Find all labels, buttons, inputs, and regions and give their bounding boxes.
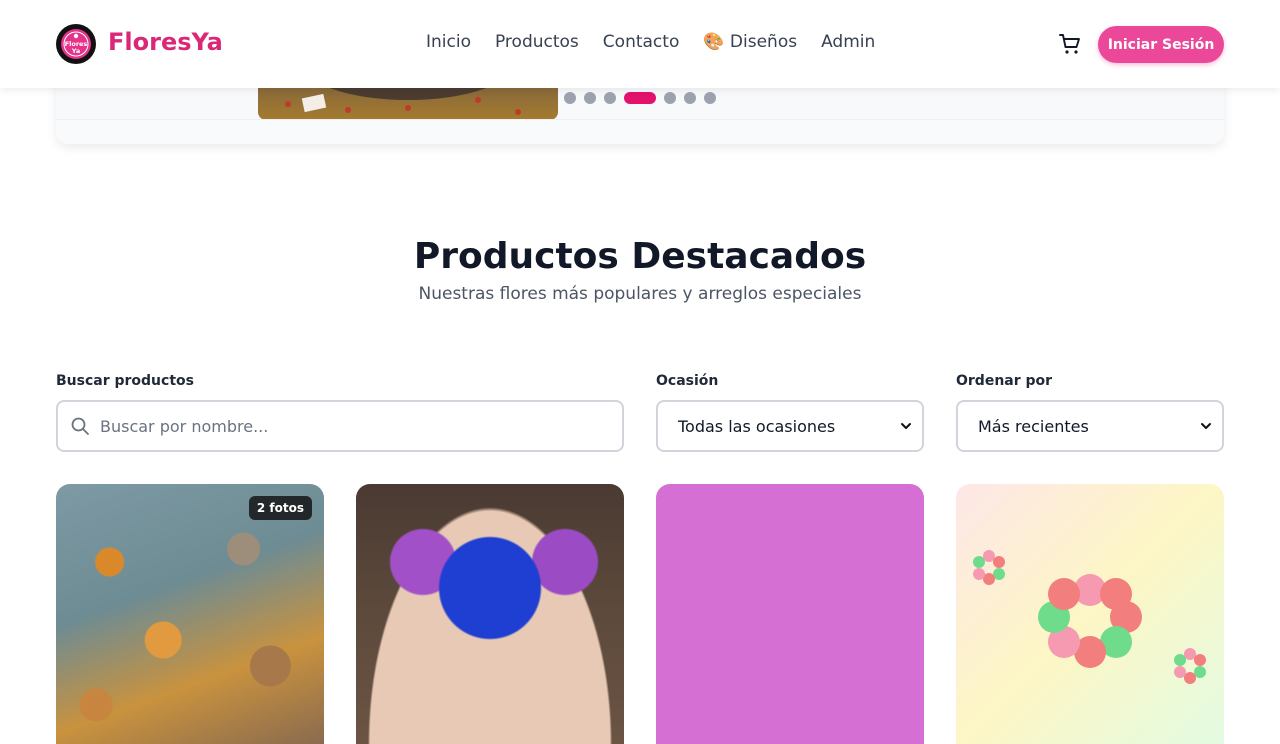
logo-badge: Flores Ya bbox=[61, 29, 91, 59]
main-nav: Inicio Productos Contacto 🎨 Diseños Admi… bbox=[426, 32, 875, 52]
flower-placeholder-icon bbox=[973, 550, 1206, 684]
product-card-placeholder[interactable] bbox=[956, 484, 1224, 744]
carousel-dot[interactable] bbox=[704, 92, 716, 104]
search-label: Buscar productos bbox=[56, 373, 194, 389]
carousel-dot[interactable] bbox=[584, 92, 596, 104]
nav-disenos[interactable]: 🎨 Diseños bbox=[703, 32, 797, 52]
section-title: Productos Destacados bbox=[413, 236, 867, 277]
carousel-dot[interactable] bbox=[604, 92, 616, 104]
product-card-image[interactable] bbox=[356, 484, 624, 744]
carousel-footer bbox=[56, 119, 1224, 144]
carousel-dot[interactable] bbox=[684, 92, 696, 104]
nav-productos[interactable]: Productos bbox=[495, 32, 579, 52]
section-subtitle: Nuestras flores más populares y arreglos… bbox=[418, 284, 862, 304]
chevron-down-icon bbox=[901, 423, 911, 429]
carousel-dot[interactable] bbox=[564, 92, 576, 104]
logo[interactable]: Flores Ya bbox=[56, 24, 96, 64]
photo-count-badge: 2 fotos bbox=[248, 496, 312, 520]
search-icon bbox=[71, 417, 89, 435]
flower-logo-icon: Flores Ya bbox=[63, 31, 89, 57]
svg-text:Ya: Ya bbox=[71, 47, 81, 55]
carousel-dot[interactable] bbox=[664, 92, 676, 104]
brand-name[interactable]: FloresYa bbox=[108, 28, 223, 56]
product-card-image[interactable]: 2 fotos bbox=[56, 484, 324, 744]
nav-admin[interactable]: Admin bbox=[821, 32, 875, 52]
site-header: Flores Ya FloresYa Inicio Productos Cont… bbox=[0, 0, 1280, 88]
occasion-select[interactable]: Todas las ocasiones bbox=[656, 400, 924, 452]
sort-select[interactable]: Más recientes bbox=[956, 400, 1224, 452]
product-card-image[interactable] bbox=[656, 484, 924, 744]
login-button[interactable]: Iniciar Sesión bbox=[1098, 26, 1224, 63]
nav-inicio[interactable]: Inicio bbox=[426, 32, 471, 52]
carousel-dot-active[interactable] bbox=[624, 92, 656, 104]
search-input[interactable] bbox=[100, 416, 580, 436]
carousel-dots bbox=[564, 92, 716, 104]
sort-label: Ordenar por bbox=[956, 373, 1053, 389]
search-field[interactable] bbox=[56, 400, 624, 452]
sort-value: Más recientes bbox=[978, 416, 1089, 436]
nav-contacto[interactable]: Contacto bbox=[603, 32, 680, 52]
occasion-value: Todas las ocasiones bbox=[678, 416, 836, 436]
chevron-down-icon bbox=[1201, 423, 1211, 429]
occasion-label: Ocasión bbox=[656, 373, 719, 389]
cart-icon[interactable] bbox=[1058, 32, 1082, 56]
